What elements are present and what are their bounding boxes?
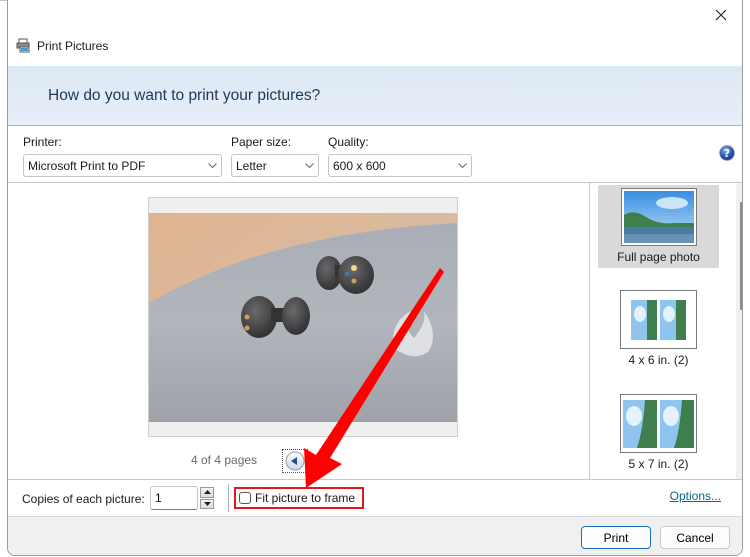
svg-text:?: ?	[724, 147, 730, 160]
title-bar: Print Pictures	[8, 0, 742, 66]
fit-picture-label: Fit picture to frame	[255, 491, 356, 505]
quality-select-value: 600 x 600	[333, 158, 386, 173]
copies-label: Copies of each picture:	[22, 492, 145, 506]
copies-increment-button[interactable]	[200, 487, 214, 498]
printer-label: Printer:	[23, 135, 62, 149]
copies-input[interactable]	[150, 486, 198, 510]
copies-decrement-button[interactable]	[200, 498, 214, 509]
quality-select[interactable]: 600 x 600	[328, 154, 472, 177]
paper-size-select[interactable]: Letter	[231, 154, 319, 177]
printer-icon	[16, 38, 30, 53]
page-preview	[148, 197, 458, 437]
copies-stepper	[200, 487, 214, 509]
window-title: Print Pictures	[37, 38, 109, 53]
scrollbar-thumb[interactable]	[740, 202, 742, 310]
chevron-down-icon	[453, 155, 471, 176]
chevron-down-icon	[300, 155, 318, 176]
paper-size-label: Paper size:	[231, 135, 292, 149]
layout-label: 4 x 6 in. (2)	[628, 353, 689, 367]
paper-size-select-value: Letter	[236, 158, 267, 173]
layout-label: 5 x 7 in. (2)	[628, 457, 689, 471]
caret-up-icon	[203, 490, 211, 495]
previous-page-button[interactable]	[282, 449, 308, 473]
options-link[interactable]: Options...	[670, 489, 721, 503]
printer-select[interactable]: Microsoft Print to PDF	[23, 154, 222, 177]
copies-row: Copies of each picture: Fit picture to f…	[8, 479, 742, 516]
title-row: Print Pictures	[16, 38, 108, 53]
page-indicator: 4 of 4 pages	[191, 453, 258, 467]
quality-label: Quality:	[328, 135, 369, 149]
preview-area: 4 of 4 pages	[8, 183, 590, 479]
printer-select-value: Microsoft Print to PDF	[28, 158, 146, 173]
print-pictures-dialog: Print Pictures How do you want to print …	[7, 0, 743, 556]
help-icon: ?	[719, 145, 735, 161]
layout-list-scrollbar[interactable]	[736, 183, 742, 479]
header-band: How do you want to print your pictures?	[8, 66, 742, 126]
preview-photo	[149, 213, 457, 422]
layout-item-5x7[interactable]: 5 x 7 in. (2)	[598, 394, 719, 474]
layout-label: Full page photo	[617, 250, 700, 264]
layout-thumbnail	[620, 188, 697, 246]
close-button[interactable]	[706, 3, 736, 27]
print-button[interactable]: Print	[581, 526, 651, 549]
close-icon	[715, 9, 727, 21]
cancel-button[interactable]: Cancel	[660, 526, 730, 549]
layout-thumbnail	[620, 290, 697, 349]
header-prompt: How do you want to print your pictures?	[48, 87, 321, 104]
caret-down-icon	[203, 501, 211, 506]
dialog-footer: Print Cancel	[8, 516, 742, 555]
print-options-row: Printer: Microsoft Print to PDF Paper si…	[8, 126, 742, 183]
arrow-left-icon	[285, 451, 305, 471]
separator	[228, 484, 229, 512]
layout-item-4x6[interactable]: 4 x 6 in. (2)	[598, 290, 719, 370]
checkbox-box[interactable]	[239, 492, 251, 504]
layout-thumbnail	[620, 394, 697, 453]
fit-picture-to-frame-checkbox[interactable]: Fit picture to frame	[234, 487, 364, 509]
help-button[interactable]: ?	[719, 145, 735, 161]
layout-list: Full page photo 4 x 6 in. (2) 5 x 7 in. …	[591, 183, 736, 479]
layout-item-full-page-photo[interactable]: Full page photo	[598, 185, 719, 268]
chevron-down-icon	[203, 155, 221, 176]
